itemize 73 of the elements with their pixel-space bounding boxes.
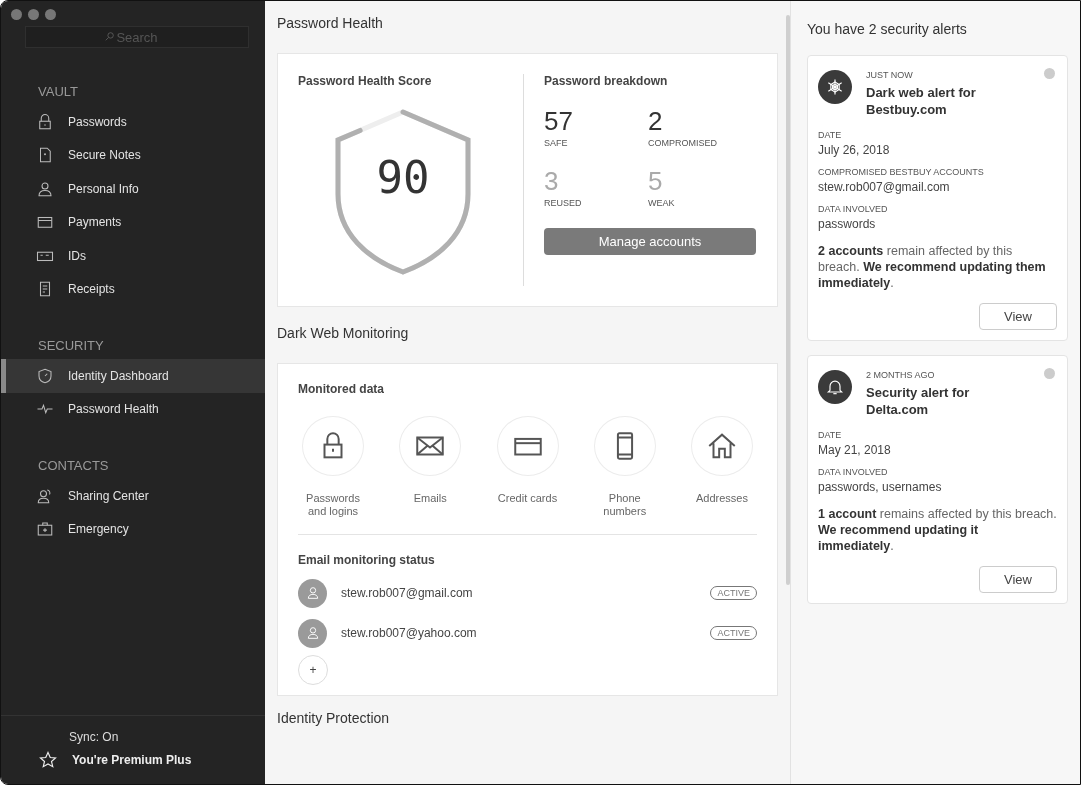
window-control-icon[interactable] [45, 9, 56, 20]
card-title: Email monitoring status [298, 553, 436, 567]
sidebar-item[interactable]: Personal Info [1, 172, 265, 206]
section-heading: CONTACTS [37, 458, 110, 473]
avatar-icon [298, 578, 327, 608]
stat-value: 3 [544, 166, 560, 196]
plan-label: You're Premium Plus [72, 753, 192, 767]
view-button[interactable]: View [979, 566, 1057, 593]
window-control-icon[interactable] [11, 9, 22, 20]
field-label: DATE [818, 130, 843, 140]
lock-icon [36, 112, 54, 131]
field-label: DATA INVOLVED [818, 467, 889, 477]
alert-title: Security alert for Delta.com [866, 384, 971, 418]
data-type-label: Phone numbers [602, 492, 648, 518]
field-label: DATE [818, 430, 843, 440]
field-value: May 21, 2018 [818, 443, 892, 457]
add-email-button[interactable]: + [298, 655, 328, 685]
health-score: 90 [375, 152, 431, 203]
field-label: COMPROMISED BESTBUY ACCOUNTS [818, 167, 985, 177]
spider-web-icon [818, 70, 852, 104]
section-heading: VAULT [37, 84, 79, 99]
sidebar-item[interactable]: Sharing Center [1, 479, 265, 513]
card-title: Monitored data [298, 382, 385, 396]
email-address: stew.rob007@gmail.com [341, 586, 474, 600]
section-title: Identity Protection [277, 710, 391, 726]
alert-message: 1 account remains affected by this breach. We recommend updating it immediately. [818, 506, 1057, 554]
email-address: stew.rob007@yahoo.com [341, 626, 478, 640]
data-type-label: Emails [413, 492, 447, 505]
alert-title: Dark web alert for Bestbuy.com [866, 84, 977, 118]
stat-label: SAFE [544, 138, 569, 148]
medical-kit-icon [36, 520, 54, 539]
section-title: Password Health [277, 15, 384, 31]
sidebar-item[interactable]: Password Health [1, 392, 265, 426]
card-title: Password breakdown [544, 74, 669, 88]
alert-message: 2 accounts remain affected by this breach. We recommend updating them immediately. [818, 243, 1047, 291]
data-type-label: Credit cards [497, 492, 558, 505]
sidebar-item[interactable]: Payments [1, 205, 265, 239]
sidebar-item[interactable]: Passwords [1, 105, 265, 139]
section-heading: SECURITY [37, 338, 105, 353]
person-icon [36, 179, 54, 198]
scrollbar[interactable] [786, 15, 790, 585]
sidebar-item[interactable]: Receipts [1, 272, 265, 306]
sidebar-item[interactable]: Secure Notes [1, 138, 265, 172]
sidebar-item[interactable]: Emergency [1, 512, 265, 546]
card-title: Password Health Score [298, 74, 433, 88]
alerts-heading: You have 2 security alerts [807, 21, 968, 37]
bell-icon [818, 370, 852, 404]
field-value: stew.rob007@gmail.com [818, 180, 951, 194]
field-value: passwords, usernames [818, 480, 943, 494]
window-control-icon[interactable] [28, 9, 39, 20]
field-value: July 26, 2018 [818, 143, 891, 157]
search-icon [103, 30, 116, 43]
section-title: Dark Web Monitoring [277, 325, 410, 341]
sidebar-item[interactable]: IDs [1, 239, 265, 273]
field-value: passwords [818, 217, 877, 231]
data-type-label: Addresses [696, 492, 748, 505]
field-label: DATA INVOLVED [818, 204, 889, 214]
stat-value: 5 [648, 166, 664, 196]
data-type-label: Passwords and logins [305, 492, 361, 518]
star-icon [38, 750, 58, 770]
avatar-icon [298, 618, 327, 648]
sync-status: Sync: On [68, 730, 120, 744]
manage-accounts-button[interactable]: Manage accounts [544, 228, 756, 255]
sidebar-item[interactable]: Identity Dashboard [1, 359, 265, 393]
alert-time: JUST NOW [866, 70, 914, 80]
stat-value: 2 [648, 106, 664, 136]
stat-label: COMPROMISED [648, 138, 718, 148]
view-button[interactable]: View [979, 303, 1057, 330]
stat-label: REUSED [544, 198, 583, 208]
alert-time: 2 MONTHS AGO [866, 370, 936, 380]
shield-icon [36, 366, 54, 385]
stat-value: 57 [544, 106, 574, 136]
stat-label: WEAK [648, 198, 676, 208]
